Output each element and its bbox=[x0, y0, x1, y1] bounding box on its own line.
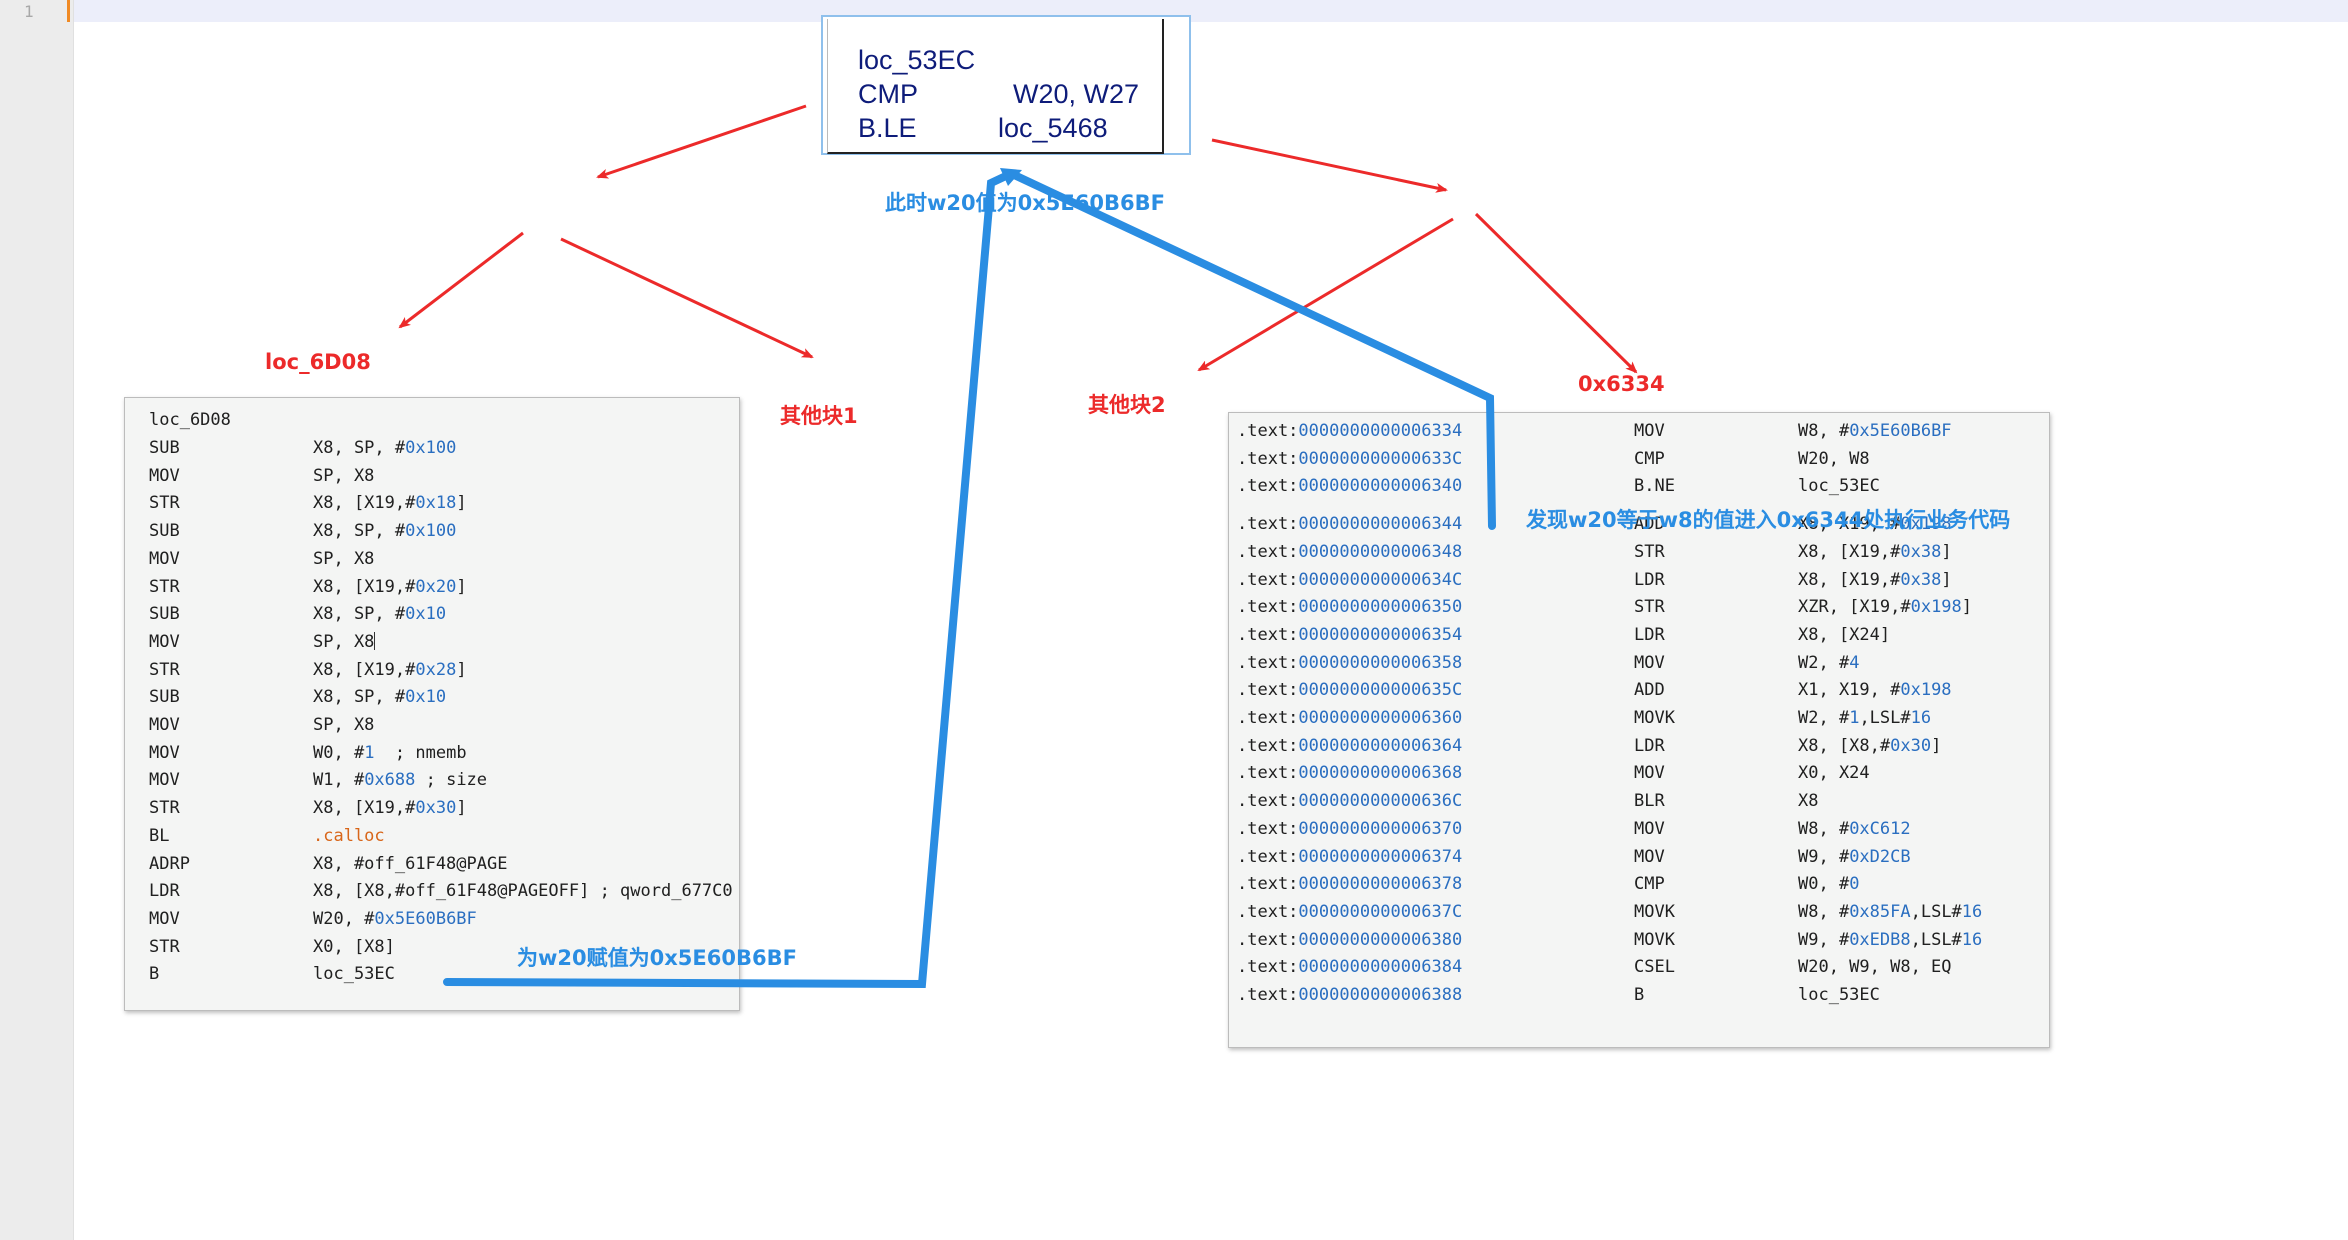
red-arrow-to-0x6334 bbox=[1474, 212, 1638, 374]
blue-flow-bne-to-loc-53ec bbox=[1006, 169, 1496, 530]
red-arrow-to-other-block-2 bbox=[1197, 217, 1454, 372]
blue-flow-assign-to-loc-53ec bbox=[443, 171, 1012, 989]
red-arrow-to-other-block-1 bbox=[560, 237, 814, 359]
flow-arrows bbox=[398, 104, 1638, 989]
red-arrow-left-branch bbox=[596, 104, 807, 179]
red-arrow-to-loc-6d08 bbox=[398, 231, 524, 329]
red-arrow-right-branch bbox=[1211, 138, 1448, 193]
